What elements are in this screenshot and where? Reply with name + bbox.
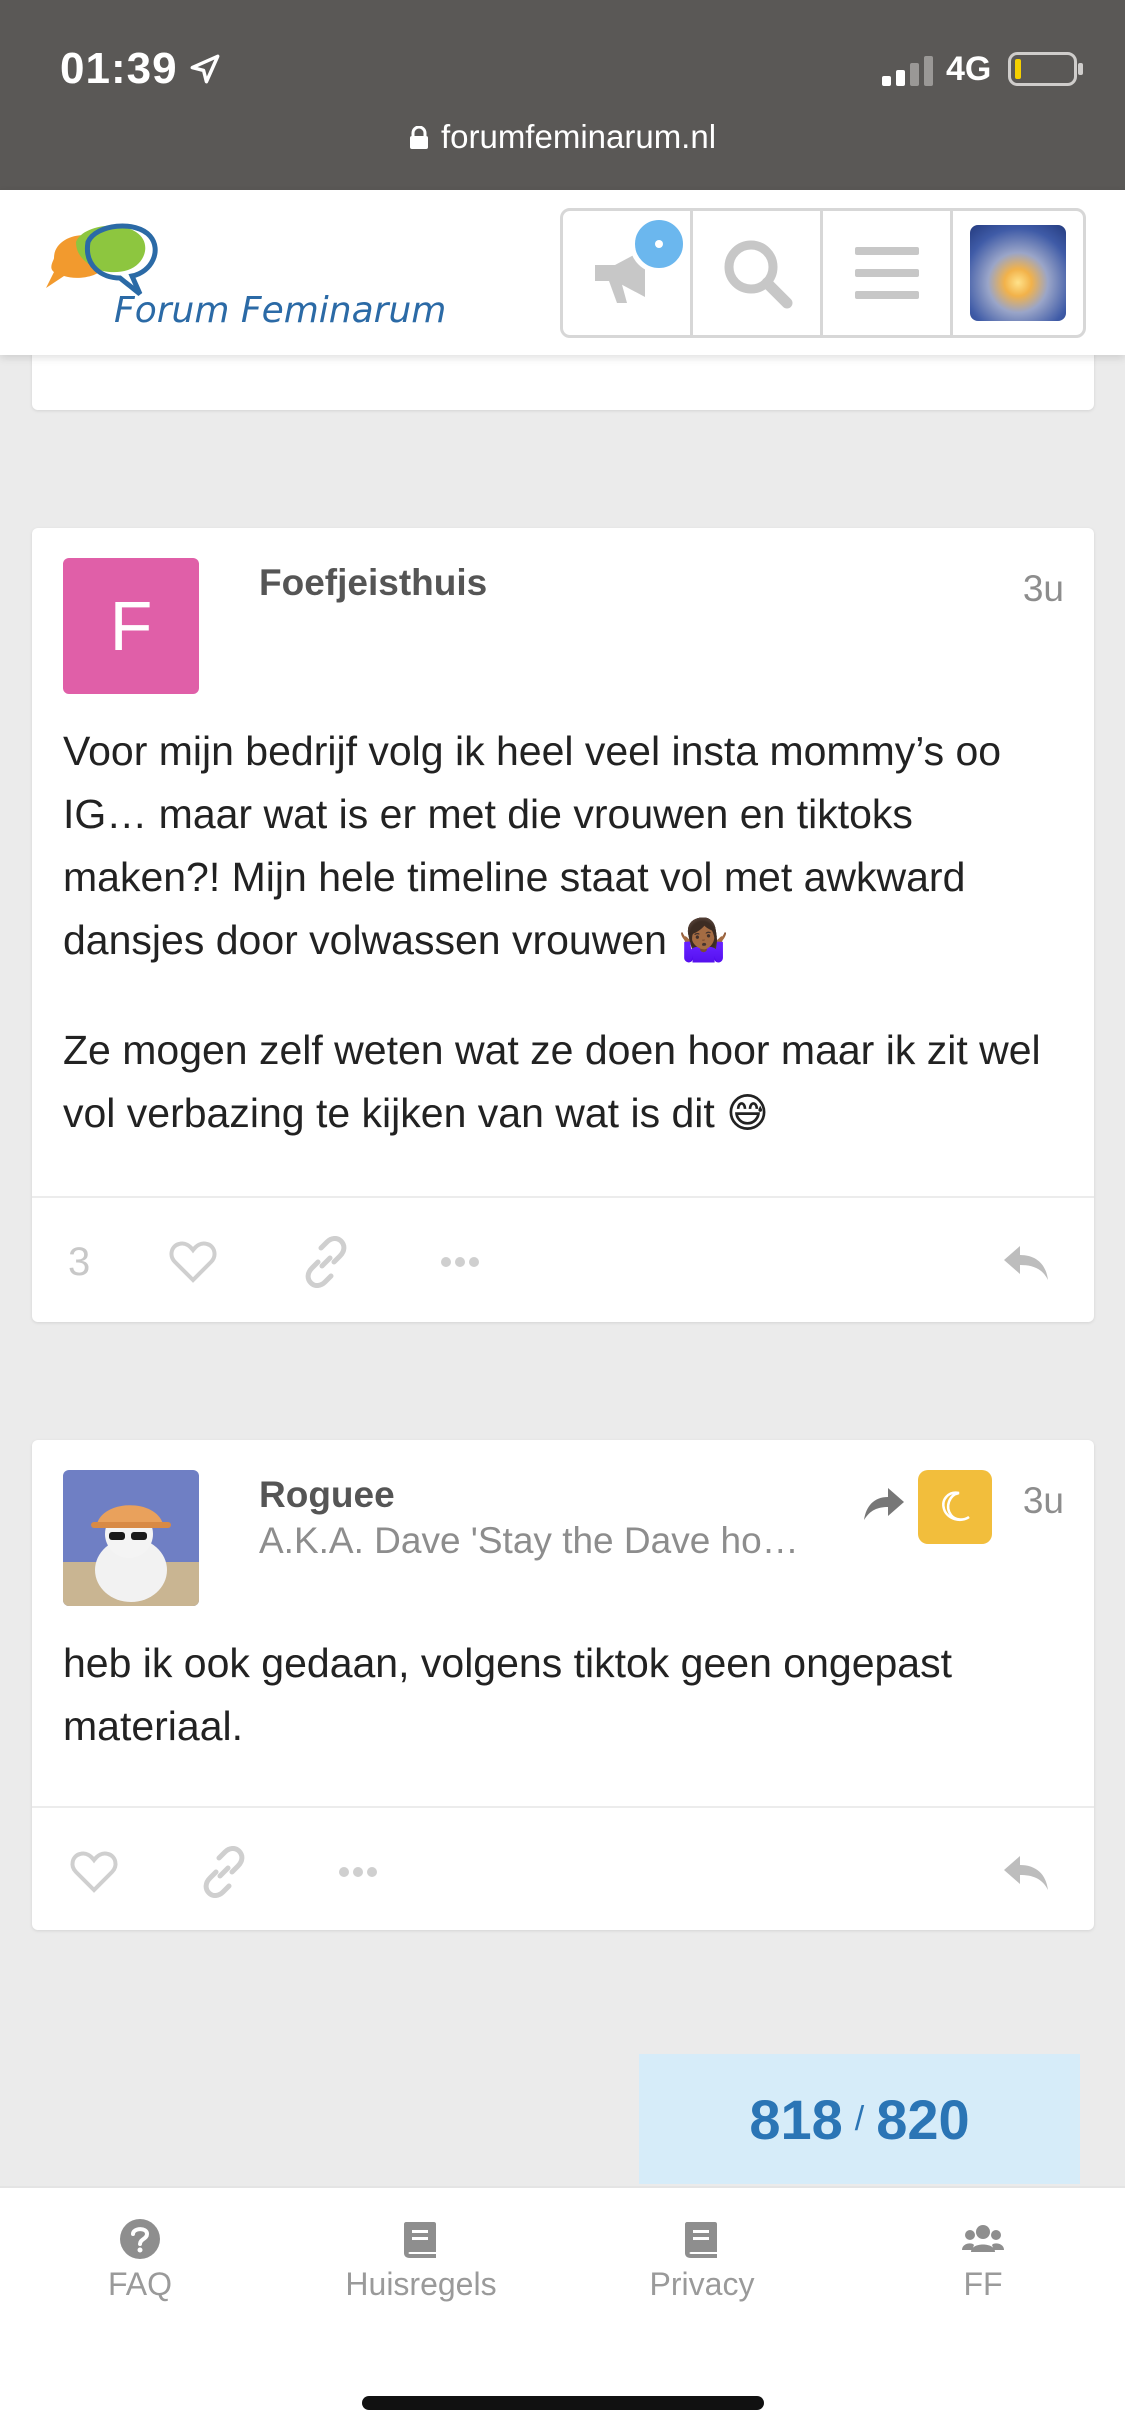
post-body: Voor mijn bedrijf volg ik heel veel inst… <box>63 720 1064 1192</box>
status-bar: 01:39 4G forumfeminarum.nl <box>0 0 1125 190</box>
nav-ff[interactable]: FF <box>883 2218 1083 2303</box>
post-age[interactable]: 3u <box>1023 568 1064 610</box>
avatar[interactable] <box>63 1470 199 1606</box>
users-icon <box>962 2225 1004 2252</box>
site-title[interactable]: Forum Feminarum <box>114 290 446 331</box>
post-actions <box>32 1812 1094 1932</box>
home-indicator[interactable] <box>362 2396 764 2410</box>
header-button-group <box>560 208 1086 338</box>
question-circle-icon <box>120 2219 160 2259</box>
post-card: F Foefjeisthuis 3u Voor mijn bedrijf vol… <box>32 528 1094 1322</box>
post-card: Roguee A.K.A. Dave 'Stay the Dave ho… 3u… <box>32 1440 1094 1930</box>
post-body: heb ik ook gedaan, volgens tiktok geen o… <box>63 1632 1064 1805</box>
reply-button[interactable] <box>1000 1842 1052 1902</box>
search-button[interactable] <box>693 211 823 335</box>
post-actions: 3 <box>32 1202 1094 1322</box>
location-arrow-icon <box>190 54 220 84</box>
progress-separator: / <box>854 2099 865 2138</box>
ellipsis-icon <box>441 1257 479 1267</box>
notification-badge <box>630 215 688 273</box>
nav-label: FAQ <box>107 2266 172 2302</box>
notifications-button[interactable] <box>563 211 693 335</box>
reply-to-arrow-icon[interactable] <box>862 1484 906 1524</box>
divider <box>32 1806 1094 1808</box>
menu-button[interactable] <box>823 211 953 335</box>
nav-label: Huisregels <box>345 2266 497 2302</box>
nav-label: FF <box>963 2266 1003 2302</box>
share-link-button[interactable] <box>198 1842 250 1902</box>
like-count[interactable]: 3 <box>68 1232 90 1292</box>
avatar[interactable]: F <box>63 558 199 694</box>
like-button[interactable] <box>68 1842 120 1902</box>
reply-button[interactable] <box>1000 1232 1052 1292</box>
url-text: forumfeminarum.nl <box>440 118 717 155</box>
ellipsis-icon <box>339 1867 377 1877</box>
post-username[interactable]: Foefjeisthuis <box>259 562 487 604</box>
user-menu-button[interactable] <box>953 211 1083 335</box>
like-button[interactable] <box>167 1232 219 1292</box>
link-icon <box>203 1846 245 1898</box>
divider <box>32 1196 1094 1198</box>
hamburger-menu-icon <box>854 247 919 299</box>
progress-current: 818 <box>749 2087 843 2151</box>
heart-icon <box>70 1851 118 1893</box>
more-actions-button[interactable] <box>434 1232 486 1292</box>
url-bar[interactable]: forumfeminarum.nl <box>0 118 1125 156</box>
book-icon <box>404 2222 436 2258</box>
signal-icon <box>882 56 933 86</box>
network-type: 4G <box>946 50 992 88</box>
heart-icon <box>169 1241 217 1283</box>
nav-faq[interactable]: FAQ <box>40 2218 240 2303</box>
cat-avatar-icon <box>63 1470 199 1606</box>
post-paragraph: Ze mogen zelf weten wat ze doen hoor maa… <box>63 1027 1041 1136</box>
reply-icon <box>1004 1856 1048 1890</box>
site-header: Forum Feminarum <box>0 190 1125 355</box>
book-icon <box>685 2222 717 2258</box>
user-flair-badge <box>918 1470 992 1544</box>
current-user-avatar <box>970 225 1066 321</box>
topic-progress[interactable]: 818 / 820 <box>639 2054 1080 2184</box>
search-icon <box>724 240 792 309</box>
post-paragraph: Voor mijn bedrijf volg ik heel veel inst… <box>63 728 1002 963</box>
post-age[interactable]: 3u <box>1023 1480 1064 1522</box>
post-username[interactable]: Roguee <box>259 1474 395 1516</box>
lock-icon <box>409 126 428 149</box>
link-icon <box>305 1236 347 1288</box>
nav-huisregels[interactable]: Huisregels <box>321 2218 521 2303</box>
battery-icon <box>1008 52 1083 86</box>
share-link-button[interactable] <box>300 1232 352 1292</box>
progress-total: 820 <box>876 2087 970 2151</box>
page: 01:39 4G forumfeminarum.nl Forum Feminar… <box>0 0 1125 2436</box>
status-time: 01:39 <box>60 44 178 93</box>
user-title: A.K.A. Dave 'Stay the Dave ho… <box>259 1520 799 1561</box>
more-actions-button[interactable] <box>332 1842 384 1902</box>
reply-icon <box>1004 1246 1048 1280</box>
moon-icon <box>942 1491 970 1521</box>
nav-privacy[interactable]: Privacy <box>602 2218 802 2303</box>
nav-label: Privacy <box>649 2266 755 2302</box>
post-paragraph: heb ik ook gedaan, volgens tiktok geen o… <box>63 1640 952 1749</box>
